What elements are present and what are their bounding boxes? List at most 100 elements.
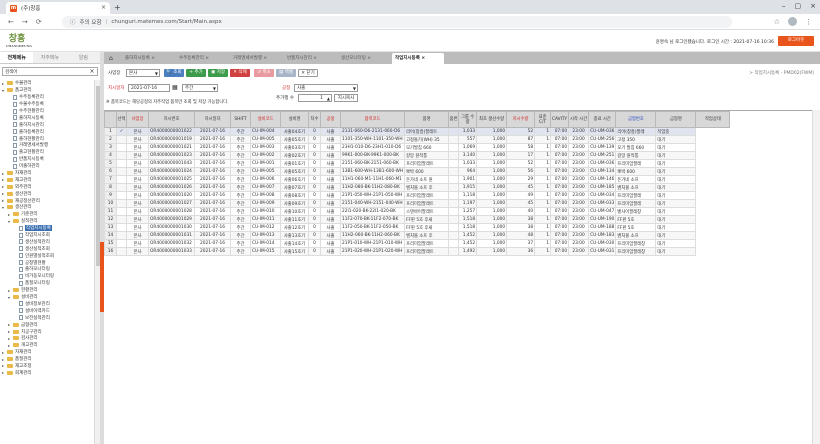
table-cell[interactable]: 2021-07-16	[194, 167, 231, 176]
table-cell[interactable]: 사출01호기	[280, 159, 309, 168]
table-cell[interactable]: CU-IM-007	[250, 183, 281, 192]
table-cell[interactable]: 1,118	[458, 191, 478, 200]
table-cell[interactable]: 40	[506, 207, 536, 216]
table-cell[interactable]: 사출	[320, 127, 341, 136]
main-tab[interactable]: 생산모니터링 ×	[338, 53, 390, 64]
table-cell[interactable]: 사출	[320, 191, 341, 200]
table-cell[interactable]: FF판 5호	[615, 223, 657, 232]
row-checkbox[interactable]	[116, 175, 127, 184]
sidebar-item[interactable]: ▸ 외주관리	[0, 183, 94, 190]
table-cell[interactable]: 1	[534, 183, 552, 192]
table-cell[interactable]: 23:00	[568, 223, 590, 232]
table-cell[interactable]: 23H1-010-D6-23H1-010-D6	[339, 143, 406, 152]
table-cell[interactable]: CU-UM-031	[588, 247, 617, 256]
table-cell[interactable]: 21P1-020-WH-21P1-020-WH	[339, 247, 406, 256]
table-cell[interactable]: OR4000000001020	[148, 191, 195, 200]
table-cell[interactable]: 0	[308, 151, 321, 160]
table-cell[interactable]: 23:00	[568, 135, 590, 144]
table-cell[interactable]: 주간	[230, 223, 251, 232]
table-cell[interactable]: OR4000000001026	[148, 183, 195, 192]
table-cell[interactable]: OR4000000001025	[148, 175, 195, 184]
table-cell[interactable]: CU-UM-036	[588, 127, 617, 136]
sidebar-item[interactable]: 출하지시등록	[0, 114, 94, 121]
table-cell[interactable]	[448, 151, 460, 160]
table-cell[interactable]: 본사	[126, 223, 149, 232]
table-cell[interactable]: 뽀박 600	[615, 167, 657, 176]
table-cell[interactable]: 23:00	[568, 231, 590, 240]
table-cell[interactable]: 0	[308, 223, 321, 232]
table-cell[interactable]: 07:00	[550, 247, 570, 256]
sidebar-item[interactable]: ▸ 개고관리	[0, 342, 94, 349]
table-cell[interactable]: 본사	[126, 175, 149, 184]
table-cell[interactable]: 1,000	[476, 143, 508, 152]
table-cell[interactable]: 본사	[126, 127, 149, 136]
table-cell[interactable]: 1	[534, 135, 552, 144]
table-cell[interactable]: 사출03호기	[280, 143, 309, 152]
table-row[interactable]: 3 본사 OR4000000001021 2021-07-16 주간 CU-IM-003 사…	[104, 143, 730, 152]
table-cell[interactable]: 17	[506, 151, 536, 160]
table-cell[interactable]: CU-IM-009	[250, 199, 281, 208]
table-cell[interactable]: 1,452	[458, 231, 478, 240]
table-cell[interactable]: 45	[506, 183, 536, 192]
column-header[interactable]: 지시일자	[194, 111, 231, 128]
table-cell[interactable]: 0	[308, 183, 321, 192]
table-cell[interactable]: 2151-040-WH-2151-040-WH	[339, 199, 406, 208]
table-cell[interactable]: 2021-07-16	[194, 223, 231, 232]
row-checkbox[interactable]: ✓	[116, 127, 127, 136]
table-cell[interactable]: 사출06호기	[280, 175, 309, 184]
table-cell[interactable]: 사출02호기	[280, 151, 309, 160]
table-cell[interactable]: 2021-07-16	[194, 175, 231, 184]
table-cell[interactable]: 07:00	[550, 239, 570, 248]
column-header[interactable]: 지시수량	[506, 111, 536, 128]
column-header[interactable]: 그룹 수량	[458, 111, 478, 128]
table-cell[interactable]: 사출10호기	[280, 207, 309, 216]
table-cell[interactable]: 1	[534, 223, 552, 232]
column-header[interactable]: SHIFT	[230, 111, 251, 128]
close-tab-icon[interactable]: ×	[204, 56, 209, 61]
table-cell[interactable]: OR4000000001043	[148, 159, 195, 168]
table-cell[interactable]: 1	[534, 151, 552, 160]
table-cell[interactable]: 1,000	[476, 175, 508, 184]
table-cell[interactable]: 0	[308, 247, 321, 256]
table-cell[interactable]: 1,452	[458, 239, 478, 248]
table-cell[interactable]	[448, 239, 460, 248]
table-cell[interactable]: 본사	[126, 191, 149, 200]
table-cell[interactable]: 0	[308, 199, 321, 208]
table-cell[interactable]	[448, 223, 460, 232]
site-select[interactable]: 본사 ▼	[126, 69, 160, 77]
table-cell[interactable]	[448, 127, 460, 136]
table-cell[interactable]: FF판 5호	[615, 215, 657, 224]
table-cell[interactable]: 23:00	[568, 151, 590, 160]
table-cell[interactable]: 07:00	[550, 199, 570, 208]
sidebar-item[interactable]: 수주현황관리	[0, 108, 94, 115]
table-cell[interactable]: 0	[308, 127, 321, 136]
table-cell[interactable]: 본사	[126, 143, 149, 152]
sidebar-item[interactable]: ▸ 재고관리	[0, 176, 94, 183]
sidebar-tab-alerts[interactable]: 알림	[67, 52, 100, 63]
table-cell[interactable]: 벤처볼 소프 후	[404, 183, 450, 192]
table-cell[interactable]: 사출15호기	[280, 247, 309, 256]
table-cell[interactable]: 1	[534, 143, 552, 152]
table-cell[interactable]: 사출13호기	[280, 231, 309, 240]
table-cell[interactable]: OR4000000001023	[148, 151, 195, 160]
column-header[interactable]: 공정	[320, 111, 341, 128]
table-cell[interactable]: 1,000	[476, 223, 508, 232]
table-cell[interactable]: 1,000	[476, 167, 508, 176]
sidebar-item[interactable]: 생산실적관리	[0, 238, 94, 245]
table-cell[interactable]: 07:00	[550, 159, 570, 168]
main-tab[interactable]: 수주등록관리 ×	[176, 53, 228, 64]
table-cell[interactable]: 1	[534, 191, 552, 200]
table-cell[interactable]: OR4000000001019	[148, 135, 195, 144]
table-cell[interactable]: 0	[308, 143, 321, 152]
table-cell[interactable]	[448, 191, 460, 200]
table-cell[interactable]: 프리미엄팔레창	[615, 239, 657, 248]
table-cell[interactable]: 사출	[320, 183, 341, 192]
column-header[interactable]: CAVITY	[550, 111, 570, 128]
table-cell[interactable]: 0	[308, 175, 321, 184]
table-cell[interactable]: 본사	[126, 135, 149, 144]
table-row[interactable]: 11 본사 OR4000000001028 2021-07-16 주간 CU-IM-010…	[104, 207, 730, 216]
row-checkbox[interactable]	[116, 135, 127, 144]
table-cell[interactable]: 대기	[655, 151, 697, 160]
table-cell[interactable]: 1,000	[476, 135, 508, 144]
table-cell[interactable]: CU-UM-139	[588, 143, 617, 152]
